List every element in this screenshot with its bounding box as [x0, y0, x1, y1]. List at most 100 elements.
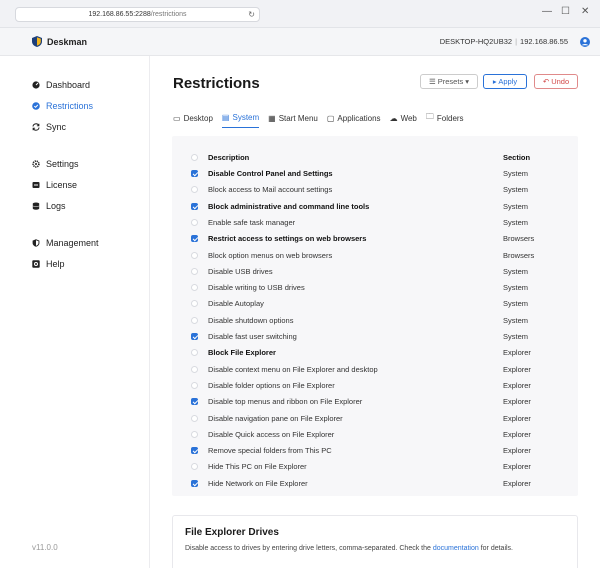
tab-web[interactable]: ☁ Web: [390, 111, 417, 128]
undo-button[interactable]: ↶ Undo: [534, 74, 578, 89]
row-section: System: [503, 266, 529, 276]
table-row[interactable]: Block File Explorer Explorer: [172, 345, 578, 361]
url-path: /restrictions: [150, 11, 187, 18]
row-checkbox[interactable]: [191, 398, 198, 406]
sidebar-item-settings[interactable]: Settings: [32, 159, 79, 169]
table-row[interactable]: Disable shutdown options System: [172, 313, 578, 329]
table-header: Description Section: [172, 150, 578, 166]
row-checkbox[interactable]: [191, 381, 198, 389]
row-checkbox[interactable]: [191, 267, 198, 275]
table-row[interactable]: Disable USB drives System: [172, 264, 578, 280]
row-description: Restrict access to settings on web brows…: [208, 234, 367, 244]
url-bar[interactable]: 192.168.86.55:2288/restrictions ↻: [15, 7, 260, 22]
row-description: Enable safe task manager: [208, 217, 296, 227]
row-section: Explorer: [503, 364, 531, 374]
logs-icon: [32, 202, 40, 210]
row-checkbox[interactable]: [191, 333, 198, 340]
sidebar-item-restrictions[interactable]: Restrictions: [32, 101, 93, 111]
sidebar-item-help[interactable]: Help: [32, 259, 65, 269]
tab-folders[interactable]: 🗀 Folders: [426, 111, 464, 128]
brand[interactable]: Deskman: [32, 36, 87, 47]
presets-button[interactable]: ☰ Presets ▾: [420, 74, 478, 89]
help-icon: [32, 260, 40, 268]
sidebar-item-label: Help: [46, 259, 65, 269]
row-checkbox[interactable]: [191, 447, 198, 455]
column-header-description: Description: [208, 153, 250, 162]
start-menu-icon: ▦: [268, 113, 276, 123]
table-row[interactable]: Disable Quick access on File Explorer Exp…: [172, 427, 578, 443]
table-row[interactable]: Disable top menus and ribbon on File Exp…: [172, 394, 578, 410]
documentation-link[interactable]: documentation: [433, 545, 479, 552]
row-checkbox[interactable]: [191, 284, 198, 292]
row-checkbox[interactable]: [191, 251, 198, 259]
row-checkbox[interactable]: [191, 186, 198, 194]
row-description: Block File Explorer: [208, 348, 276, 358]
close-icon[interactable]: ✕: [581, 6, 589, 18]
sidebar-item-license[interactable]: License: [32, 180, 77, 190]
sidebar-item-label: Management: [46, 238, 99, 248]
user-icon[interactable]: [580, 37, 590, 47]
tab-start-menu[interactable]: ▦ Start Menu: [268, 111, 318, 128]
reload-icon[interactable]: ↻: [248, 8, 255, 21]
row-checkbox[interactable]: [191, 479, 198, 487]
row-description: Disable writing to USB drives: [208, 283, 305, 293]
tab-bar: ▭ Desktop ▤ System ▦ Start Menu ▢ Applic…: [173, 111, 473, 128]
table-row[interactable]: Hide This PC on File Explorer Explorer: [172, 459, 578, 475]
row-checkbox[interactable]: [191, 463, 198, 471]
row-description: Disable top menus and ribbon on File Exp…: [208, 397, 363, 407]
row-description: Disable Control Panel and Settings: [208, 169, 333, 178]
presets-label: Presets: [437, 77, 464, 86]
table-row[interactable]: Disable context menu on File Explorer an…: [172, 362, 578, 378]
sidebar: Dashboard Restrictions Sync Settings Lic…: [0, 56, 150, 568]
row-checkbox[interactable]: [191, 414, 198, 422]
table-row[interactable]: Disable folder options on File Explorer E…: [172, 378, 578, 394]
row-section: System: [503, 332, 529, 341]
row-section: System: [503, 201, 529, 211]
row-checkbox[interactable]: [191, 202, 198, 210]
brand-name: Deskman: [47, 36, 88, 47]
table-row[interactable]: Disable Control Panel and Settings System: [172, 166, 578, 182]
table-row[interactable]: Remove special folders from This PC Explo…: [172, 443, 578, 459]
row-checkbox[interactable]: [191, 430, 198, 438]
table-row[interactable]: Disable fast user switching System: [172, 329, 578, 345]
sidebar-item-sync[interactable]: Sync: [32, 122, 66, 132]
sidebar-item-logs[interactable]: Logs: [32, 201, 66, 211]
row-description: Disable fast user switching: [208, 332, 297, 341]
table-row[interactable]: Restrict access to settings on web brows…: [172, 231, 578, 247]
sidebar-item-label: Settings: [46, 159, 79, 169]
row-section: Browsers: [503, 234, 535, 244]
tab-system[interactable]: ▤ System: [221, 111, 260, 128]
cloud-icon: ☁: [389, 113, 398, 123]
table-row[interactable]: Enable safe task manager System: [172, 215, 578, 231]
row-section: System: [503, 217, 529, 227]
row-checkbox[interactable]: [191, 170, 198, 177]
row-checkbox[interactable]: [191, 300, 198, 308]
row-checkbox[interactable]: [191, 349, 198, 357]
row-checkbox[interactable]: [191, 365, 198, 373]
table-row[interactable]: Block administrative and command line to…: [172, 199, 578, 215]
table-row[interactable]: Disable Autoplay System: [172, 296, 578, 312]
row-checkbox[interactable]: [191, 218, 198, 226]
row-checkbox[interactable]: [191, 316, 198, 324]
sidebar-item-dashboard[interactable]: Dashboard: [32, 80, 90, 90]
browser-chrome: 192.168.86.55:2288/restrictions ↻ — ☐ ✕: [0, 0, 600, 28]
window-icon: ▢: [326, 113, 335, 123]
table-row[interactable]: Disable writing to USB drives System: [172, 280, 578, 296]
table-row[interactable]: Hide Network on File Explorer Explorer: [172, 476, 578, 492]
table-row[interactable]: Disable navigation pane on File Explorer…: [172, 411, 578, 427]
table-row[interactable]: Block access to Mail account settings Sys…: [172, 182, 578, 198]
apply-button[interactable]: ▸ Apply: [483, 74, 527, 89]
sidebar-item-management[interactable]: Management: [32, 238, 99, 248]
row-section: Explorer: [503, 429, 531, 439]
minimize-icon[interactable]: —: [542, 6, 552, 18]
row-section: Browsers: [503, 250, 535, 260]
restrictions-table: Description Section Disable Control Pane…: [172, 136, 578, 496]
row-checkbox[interactable]: [191, 235, 198, 243]
table-row[interactable]: Block option menus on web browsers Browse…: [172, 248, 578, 264]
tab-desktop[interactable]: ▭ Desktop: [173, 111, 213, 128]
tab-label: Start Menu: [278, 113, 318, 123]
maximize-icon[interactable]: ☐: [561, 6, 570, 18]
select-all-checkbox[interactable]: [191, 154, 198, 161]
tab-applications[interactable]: ▢ Applications: [327, 111, 381, 128]
row-description: Hide Network on File Explorer: [208, 478, 308, 488]
